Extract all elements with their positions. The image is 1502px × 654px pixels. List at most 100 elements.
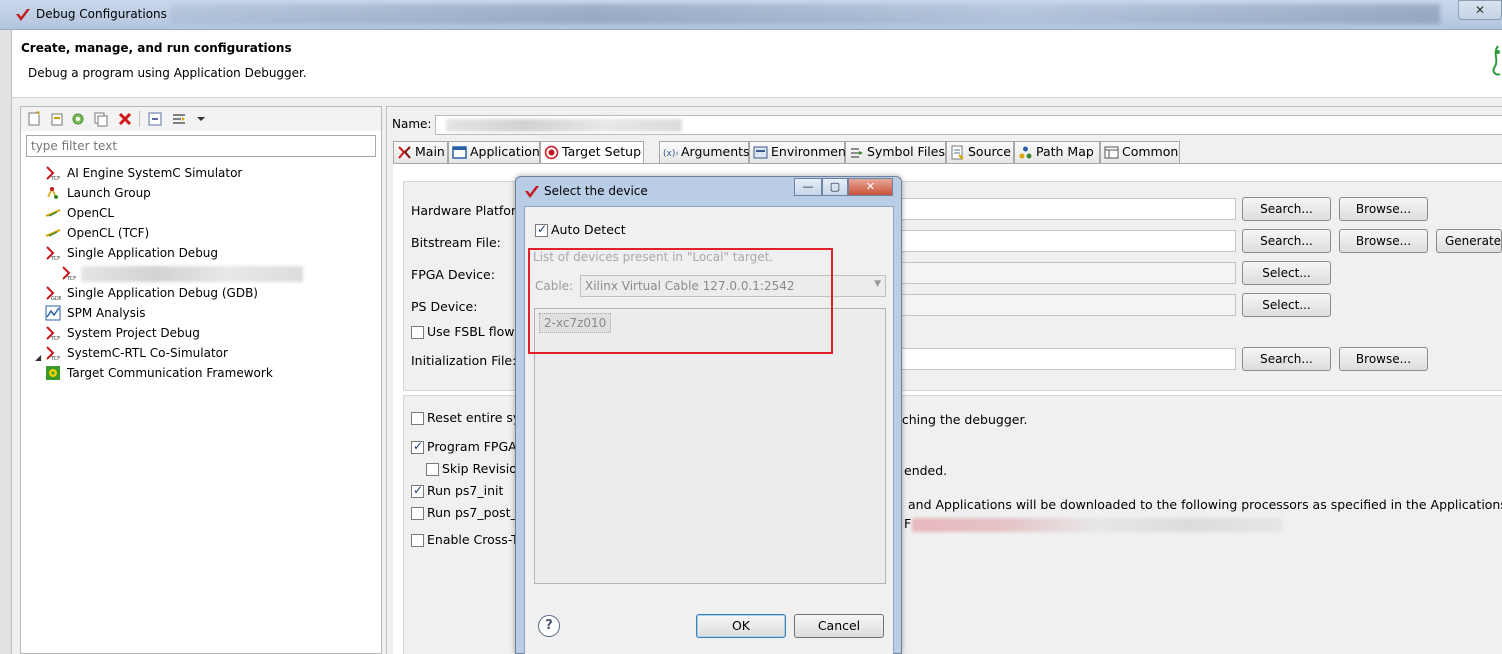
tab-source-label: Source bbox=[968, 144, 1011, 159]
generate-button[interactable]: Generate bbox=[1436, 229, 1502, 253]
run-ps7-init-checkbox[interactable] bbox=[411, 483, 424, 498]
svg-text:(x)=: (x)= bbox=[663, 149, 678, 159]
reset-system-label: Reset entire sys bbox=[427, 410, 527, 425]
skip-revision-checkbox[interactable] bbox=[426, 463, 439, 476]
tree-item-label: Target Communication Framework bbox=[67, 366, 273, 380]
skip-revision-label: Skip Revision bbox=[442, 461, 525, 476]
header-subtitle: Debug a program using Application Debugg… bbox=[28, 66, 307, 80]
bitstream-search-button[interactable]: Search... bbox=[1242, 229, 1331, 253]
tab-source[interactable]: Source bbox=[946, 141, 1014, 163]
tab-arguments[interactable]: (x)= Arguments bbox=[659, 141, 750, 163]
ok-button[interactable]: OK bbox=[696, 614, 786, 638]
bitstream-browse-button[interactable]: Browse... bbox=[1339, 229, 1428, 253]
fpga-device-select-button[interactable]: Select... bbox=[1242, 261, 1331, 285]
tree-expand-chevron-icon[interactable]: ◢ bbox=[35, 353, 41, 362]
run-ps7-post-config-checkbox[interactable] bbox=[411, 507, 424, 520]
cable-select[interactable]: Xilinx Virtual Cable 127.0.0.1:2542 ▼ bbox=[580, 275, 886, 297]
main-icon bbox=[398, 146, 411, 159]
window-close-button[interactable]: ✕ bbox=[1458, 0, 1502, 20]
enable-cross-trigger-checkbox[interactable] bbox=[411, 534, 424, 547]
svg-text:GDB: GDB bbox=[51, 296, 61, 301]
init-file-search-button[interactable]: Search... bbox=[1242, 347, 1331, 371]
help-icon[interactable]: ? bbox=[538, 615, 560, 637]
header-title: Create, manage, and run configurations bbox=[21, 41, 292, 55]
tab-symbol-files[interactable]: Symbol Files bbox=[845, 141, 946, 163]
applications-info-text: and Applications will be downloaded to t… bbox=[908, 497, 1502, 512]
name-label: Name: bbox=[392, 117, 432, 131]
redacted-name-value bbox=[446, 119, 682, 132]
source-icon bbox=[951, 145, 964, 160]
maximize-icon[interactable]: ▢ bbox=[822, 178, 848, 196]
tree-item-label: Single Application Debug (GDB) bbox=[67, 286, 258, 300]
bitstream-input[interactable] bbox=[884, 230, 1236, 252]
minimize-icon[interactable]: — bbox=[794, 178, 822, 196]
tab-path-map[interactable]: Path Map bbox=[1014, 141, 1100, 163]
delete-config-icon[interactable] bbox=[117, 111, 133, 127]
tcf-icon: TCF bbox=[46, 246, 60, 261]
new-prototype-icon[interactable] bbox=[49, 111, 65, 127]
tab-environment-label: Environment bbox=[771, 144, 851, 159]
tab-environment[interactable]: Environment bbox=[749, 141, 851, 163]
tree-item-label: AI Engine SystemC Simulator bbox=[67, 166, 243, 180]
xilinx-logo-icon bbox=[525, 186, 539, 198]
left-toolbar bbox=[21, 107, 381, 131]
cable-label: Cable: bbox=[535, 279, 574, 293]
tab-target-setup-label: Target Setup bbox=[562, 144, 642, 159]
tab-target-setup[interactable]: Target Setup bbox=[540, 141, 644, 164]
xilinx-logo-icon bbox=[16, 9, 30, 21]
reset-system-tail: unching the debugger. bbox=[886, 412, 1028, 427]
ps-device-input[interactable] bbox=[884, 294, 1236, 316]
new-config-icon[interactable] bbox=[26, 111, 42, 127]
chevron-down-icon: ▼ bbox=[874, 279, 881, 289]
window-left-edge bbox=[0, 30, 12, 654]
svg-text:TCF: TCF bbox=[50, 176, 60, 181]
processor-list-prefix: F bbox=[904, 516, 912, 531]
tab-common[interactable]: Common bbox=[1100, 141, 1180, 163]
init-file-input[interactable] bbox=[884, 348, 1236, 370]
export-config-icon[interactable] bbox=[70, 111, 86, 127]
launch-group-icon bbox=[47, 187, 58, 199]
window-titlebar-blur bbox=[170, 4, 1440, 24]
fpga-device-input[interactable] bbox=[884, 262, 1236, 284]
init-file-browse-button[interactable]: Browse... bbox=[1339, 347, 1428, 371]
hardware-platform-input[interactable] bbox=[884, 198, 1236, 220]
use-fsbl-label: Use FSBL flow f bbox=[427, 324, 523, 339]
program-fpga-checkbox[interactable] bbox=[411, 439, 424, 454]
cancel-button[interactable]: Cancel bbox=[794, 614, 884, 638]
dialog-close-button[interactable]: ✕ bbox=[848, 178, 893, 196]
dialog-header: Create, manage, and run configurations D… bbox=[12, 30, 1502, 98]
arguments-icon: (x)= bbox=[663, 149, 678, 159]
tab-application-label: Application bbox=[470, 144, 540, 159]
application-icon bbox=[452, 146, 467, 159]
opencl-icon bbox=[45, 209, 61, 217]
ps-device-select-button[interactable]: Select... bbox=[1242, 293, 1331, 317]
path-map-icon bbox=[1019, 146, 1032, 159]
tcf-icon: TCF bbox=[62, 266, 76, 281]
reset-system-checkbox[interactable] bbox=[411, 412, 424, 425]
filter-icon[interactable] bbox=[171, 111, 187, 127]
auto-detect-checkbox[interactable] bbox=[535, 222, 548, 237]
device-list-item[interactable]: 2-xc7z010 bbox=[539, 313, 612, 333]
target-icon bbox=[544, 145, 559, 160]
toolbar-separator bbox=[139, 111, 140, 127]
tab-main[interactable]: Main bbox=[393, 141, 448, 163]
filter-input[interactable]: type filter text bbox=[26, 135, 376, 157]
duplicate-config-icon[interactable] bbox=[93, 111, 109, 127]
hardware-platform-browse-button[interactable]: Browse... bbox=[1339, 197, 1428, 221]
tree-item-label: Launch Group bbox=[67, 186, 151, 200]
view-menu-chevron-down-icon[interactable] bbox=[193, 111, 209, 127]
tab-application[interactable]: Application bbox=[448, 141, 540, 163]
window-title: Debug Configurations bbox=[36, 7, 167, 21]
hardware-platform-search-button[interactable]: Search... bbox=[1242, 197, 1331, 221]
configuration-tree-panel: type filter text TCF AI Engine SystemC S… bbox=[20, 106, 382, 654]
device-list[interactable]: 2-xc7z010 bbox=[534, 308, 886, 584]
redacted-processor-list bbox=[912, 518, 1282, 532]
tcf-framework-icon bbox=[46, 366, 60, 380]
dialog-body: Auto Detect List of devices present in "… bbox=[524, 206, 894, 654]
device-list-hint: List of devices present in "Local" targe… bbox=[533, 250, 774, 264]
program-fpga-label: Program FPGA bbox=[427, 439, 517, 454]
name-input[interactable] bbox=[435, 115, 1502, 135]
use-fsbl-checkbox[interactable] bbox=[411, 326, 424, 339]
redacted-config-name bbox=[81, 266, 303, 282]
collapse-all-icon[interactable] bbox=[147, 111, 163, 127]
